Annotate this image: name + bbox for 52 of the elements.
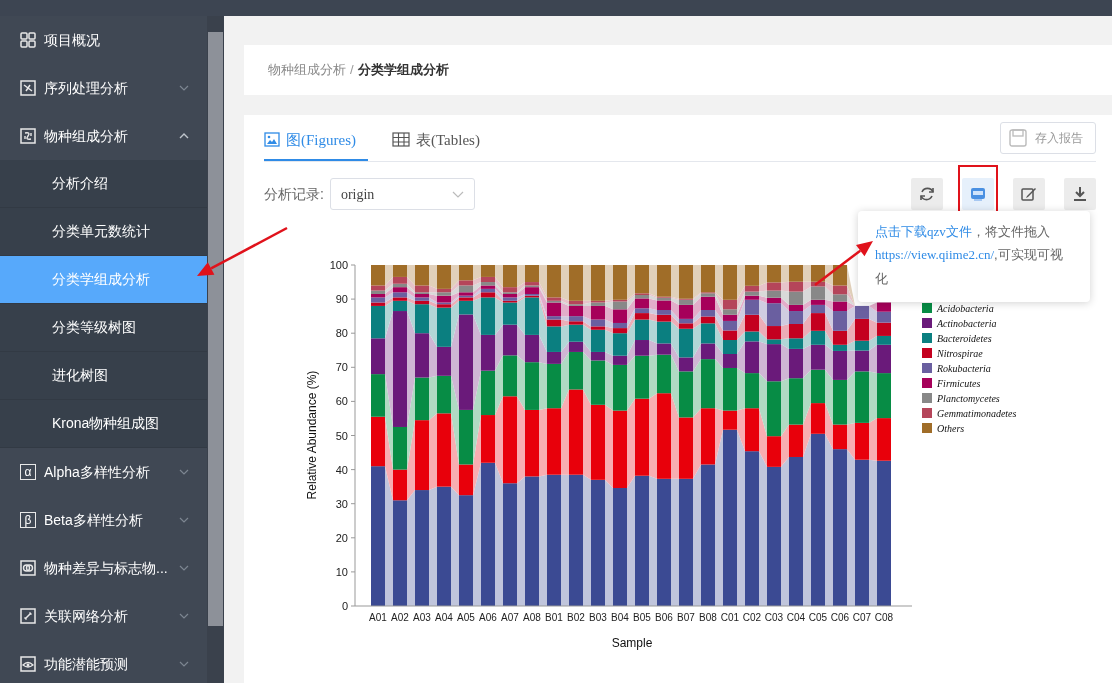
tick-label: C08 — [874, 612, 894, 623]
tick-label: 20 — [335, 531, 348, 544]
tick-label: C04 — [786, 612, 806, 623]
tick-label: 30 — [335, 497, 348, 510]
breadcrumb-separator: / — [350, 61, 354, 80]
axis-title: Sample — [611, 636, 653, 650]
legend-label: Others — [937, 423, 965, 434]
legend-label: Actinobacteria — [937, 318, 997, 329]
legend-label: Nitrospirae — [937, 348, 983, 359]
letter-icon: α — [20, 464, 36, 480]
breadcrumb-item: 分类学组成分析 — [357, 61, 449, 80]
tick-label: 50 — [335, 429, 348, 442]
legend-label: Acidobacteria — [937, 303, 994, 314]
axis-title: Relative Abundance (%) — [305, 370, 319, 500]
tick-label: B04 — [611, 612, 629, 623]
legend-label: Planctomycetes — [937, 393, 1000, 404]
legend-label: Bacteroidetes — [937, 333, 992, 344]
tick-label: B01 — [545, 612, 563, 623]
legend-label: Gemmatimonadetes — [937, 408, 1017, 419]
tick-label: B07 — [677, 612, 695, 623]
tick-label: 100 — [329, 259, 348, 271]
tick-label: 90 — [335, 293, 348, 306]
tick-label: B05 — [633, 612, 651, 623]
tick-label: C06 — [830, 612, 850, 623]
legend-label: Rokubacteria — [937, 363, 991, 374]
tooltip-text: 点击下载qzv文件，将文件拖入 https://view.qiime2.cn/,可实现可视化 — [875, 223, 1064, 288]
tick-label: C02 — [742, 612, 762, 623]
legend-label: Firmicutes — [937, 378, 981, 389]
tick-label: C01 — [720, 612, 740, 623]
tick-label: C03 — [764, 612, 784, 623]
tick-label: A03 — [413, 612, 431, 623]
record-label: 分析记录: — [264, 184, 324, 204]
tick-label: B03 — [589, 612, 607, 623]
tick-label: 0 — [341, 600, 348, 612]
tick-label: 60 — [335, 395, 348, 408]
tick-label: A05 — [457, 612, 475, 623]
tick-label: C05 — [808, 612, 828, 623]
tick-label: A02 — [391, 612, 409, 623]
tick-label: 70 — [335, 361, 348, 374]
tick-label: A06 — [479, 612, 497, 623]
letter-icon: β — [20, 512, 36, 528]
tick-label: B08 — [699, 612, 717, 623]
tick-label: A08 — [523, 612, 541, 623]
tick-label: 80 — [335, 327, 348, 340]
tick-label: 40 — [335, 463, 348, 476]
tick-label: A04 — [435, 612, 453, 623]
tick-label: 10 — [335, 565, 348, 578]
tick-label: A07 — [501, 612, 519, 623]
tick-label: A01 — [369, 612, 387, 623]
tick-label: B06 — [655, 612, 673, 623]
tick-label: C07 — [852, 612, 872, 623]
tick-label: B02 — [567, 612, 585, 623]
